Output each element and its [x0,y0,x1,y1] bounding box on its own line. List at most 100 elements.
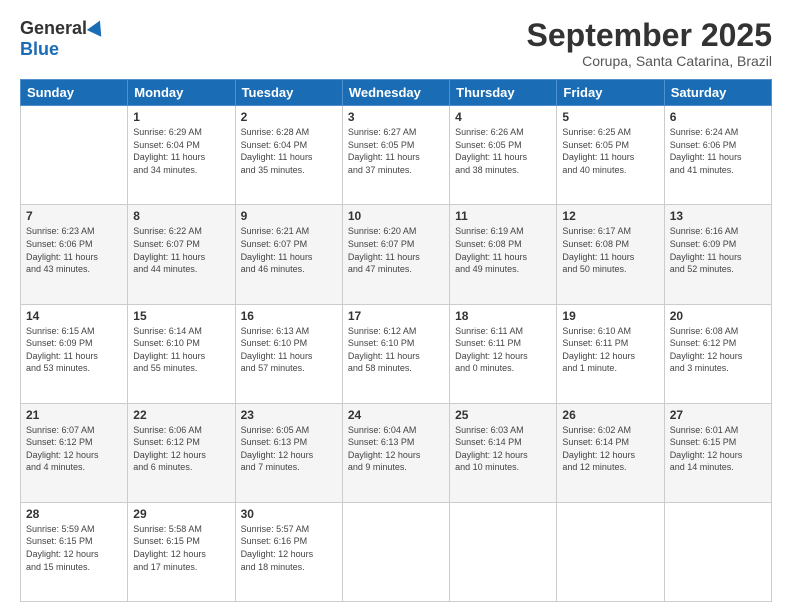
day-number: 8 [133,209,229,223]
day-info: Sunrise: 6:10 AM Sunset: 6:11 PM Dayligh… [562,325,658,375]
calendar-cell: 4 Sunrise: 6:26 AM Sunset: 6:05 PM Daylig… [450,106,557,205]
day-info: Sunrise: 6:29 AM Sunset: 6:04 PM Dayligh… [133,126,229,176]
day-info: Sunrise: 6:04 AM Sunset: 6:13 PM Dayligh… [348,424,444,474]
day-number: 5 [562,110,658,124]
day-number: 29 [133,507,229,521]
logo-blue-text: Blue [20,39,59,60]
calendar-cell: 3 Sunrise: 6:27 AM Sunset: 6:05 PM Daylig… [342,106,449,205]
day-info: Sunrise: 6:17 AM Sunset: 6:08 PM Dayligh… [562,225,658,275]
week-row-1: 1Sunrise: 6:29 AM Sunset: 6:04 PM Daylig… [21,106,772,205]
calendar-cell: 1Sunrise: 6:29 AM Sunset: 6:04 PM Daylig… [128,106,235,205]
day-number: 21 [26,408,122,422]
calendar-cell [664,502,771,601]
calendar-cell: 27Sunrise: 6:01 AM Sunset: 6:15 PM Dayli… [664,403,771,502]
calendar-cell: 10Sunrise: 6:20 AM Sunset: 6:07 PM Dayli… [342,205,449,304]
calendar-cell [557,502,664,601]
day-info: Sunrise: 6:25 AM Sunset: 6:05 PM Dayligh… [562,126,658,176]
weekday-header-wednesday: Wednesday [342,80,449,106]
day-number: 23 [241,408,337,422]
calendar-cell: 26 Sunrise: 6:02 AM Sunset: 6:14 PM Dayli… [557,403,664,502]
month-title: September 2025 [527,18,772,53]
day-info: Sunrise: 6:27 AM Sunset: 6:05 PM Dayligh… [348,126,444,176]
calendar-cell: 8 Sunrise: 6:22 AM Sunset: 6:07 PM Daylig… [128,205,235,304]
day-number: 24 [348,408,444,422]
day-info: Sunrise: 5:58 AM Sunset: 6:15 PM Dayligh… [133,523,229,573]
day-info: Sunrise: 6:05 AM Sunset: 6:13 PM Dayligh… [241,424,337,474]
day-number: 20 [670,309,766,323]
day-number: 10 [348,209,444,223]
calendar-cell: 22 Sunrise: 6:06 AM Sunset: 6:12 PM Dayli… [128,403,235,502]
day-info: Sunrise: 6:23 AM Sunset: 6:06 PM Dayligh… [26,225,122,275]
logo-general-text: General [20,18,87,39]
day-info: Sunrise: 6:24 AM Sunset: 6:06 PM Dayligh… [670,126,766,176]
day-info: Sunrise: 6:21 AM Sunset: 6:07 PM Dayligh… [241,225,337,275]
logo-icon [87,17,107,36]
day-number: 4 [455,110,551,124]
day-number: 13 [670,209,766,223]
day-number: 25 [455,408,551,422]
day-number: 27 [670,408,766,422]
calendar-cell: 18Sunrise: 6:11 AM Sunset: 6:11 PM Dayli… [450,304,557,403]
week-row-5: 28Sunrise: 5:59 AM Sunset: 6:15 PM Dayli… [21,502,772,601]
day-number: 26 [562,408,658,422]
day-info: Sunrise: 6:02 AM Sunset: 6:14 PM Dayligh… [562,424,658,474]
calendar-cell [450,502,557,601]
day-number: 11 [455,209,551,223]
calendar-cell: 9 Sunrise: 6:21 AM Sunset: 6:07 PM Daylig… [235,205,342,304]
day-info: Sunrise: 6:12 AM Sunset: 6:10 PM Dayligh… [348,325,444,375]
header: General Blue September 2025 Corupa, Sant… [20,18,772,69]
calendar-cell: 19 Sunrise: 6:10 AM Sunset: 6:11 PM Dayli… [557,304,664,403]
weekday-header-friday: Friday [557,80,664,106]
day-info: Sunrise: 5:57 AM Sunset: 6:16 PM Dayligh… [241,523,337,573]
day-info: Sunrise: 6:03 AM Sunset: 6:14 PM Dayligh… [455,424,551,474]
page: General Blue September 2025 Corupa, Sant… [0,0,792,612]
calendar-cell [21,106,128,205]
calendar-table: SundayMondayTuesdayWednesdayThursdayFrid… [20,79,772,602]
calendar-cell: 29 Sunrise: 5:58 AM Sunset: 6:15 PM Dayli… [128,502,235,601]
day-number: 30 [241,507,337,521]
day-number: 12 [562,209,658,223]
day-info: Sunrise: 6:15 AM Sunset: 6:09 PM Dayligh… [26,325,122,375]
day-number: 15 [133,309,229,323]
day-info: Sunrise: 6:08 AM Sunset: 6:12 PM Dayligh… [670,325,766,375]
calendar-cell: 28Sunrise: 5:59 AM Sunset: 6:15 PM Dayli… [21,502,128,601]
calendar-cell: 25 Sunrise: 6:03 AM Sunset: 6:14 PM Dayli… [450,403,557,502]
calendar-cell: 13Sunrise: 6:16 AM Sunset: 6:09 PM Dayli… [664,205,771,304]
day-number: 9 [241,209,337,223]
calendar-cell: 21 Sunrise: 6:07 AM Sunset: 6:12 PM Dayli… [21,403,128,502]
calendar-cell: 5 Sunrise: 6:25 AM Sunset: 6:05 PM Daylig… [557,106,664,205]
weekday-header-thursday: Thursday [450,80,557,106]
weekday-header-tuesday: Tuesday [235,80,342,106]
week-row-3: 14 Sunrise: 6:15 AM Sunset: 6:09 PM Dayli… [21,304,772,403]
day-number: 3 [348,110,444,124]
calendar-cell: 17 Sunrise: 6:12 AM Sunset: 6:10 PM Dayli… [342,304,449,403]
day-number: 6 [670,110,766,124]
calendar-cell: 16Sunrise: 6:13 AM Sunset: 6:10 PM Dayli… [235,304,342,403]
day-number: 14 [26,309,122,323]
calendar-cell: 2Sunrise: 6:28 AM Sunset: 6:04 PM Daylig… [235,106,342,205]
calendar-cell [342,502,449,601]
day-number: 19 [562,309,658,323]
calendar-cell: 20 Sunrise: 6:08 AM Sunset: 6:12 PM Dayli… [664,304,771,403]
week-row-4: 21 Sunrise: 6:07 AM Sunset: 6:12 PM Dayli… [21,403,772,502]
day-number: 16 [241,309,337,323]
weekday-header-monday: Monday [128,80,235,106]
calendar-cell: 23 Sunrise: 6:05 AM Sunset: 6:13 PM Dayli… [235,403,342,502]
day-info: Sunrise: 6:07 AM Sunset: 6:12 PM Dayligh… [26,424,122,474]
day-info: Sunrise: 6:19 AM Sunset: 6:08 PM Dayligh… [455,225,551,275]
logo: General Blue [20,18,105,60]
day-info: Sunrise: 6:22 AM Sunset: 6:07 PM Dayligh… [133,225,229,275]
day-info: Sunrise: 6:06 AM Sunset: 6:12 PM Dayligh… [133,424,229,474]
calendar-cell: 11 Sunrise: 6:19 AM Sunset: 6:08 PM Dayli… [450,205,557,304]
day-number: 17 [348,309,444,323]
day-info: Sunrise: 5:59 AM Sunset: 6:15 PM Dayligh… [26,523,122,573]
day-info: Sunrise: 6:26 AM Sunset: 6:05 PM Dayligh… [455,126,551,176]
calendar-cell: 15Sunrise: 6:14 AM Sunset: 6:10 PM Dayli… [128,304,235,403]
weekday-header-sunday: Sunday [21,80,128,106]
day-number: 2 [241,110,337,124]
day-info: Sunrise: 6:11 AM Sunset: 6:11 PM Dayligh… [455,325,551,375]
calendar-cell: 30 Sunrise: 5:57 AM Sunset: 6:16 PM Dayli… [235,502,342,601]
calendar-cell: 6 Sunrise: 6:24 AM Sunset: 6:06 PM Daylig… [664,106,771,205]
day-number: 22 [133,408,229,422]
location: Corupa, Santa Catarina, Brazil [527,53,772,69]
